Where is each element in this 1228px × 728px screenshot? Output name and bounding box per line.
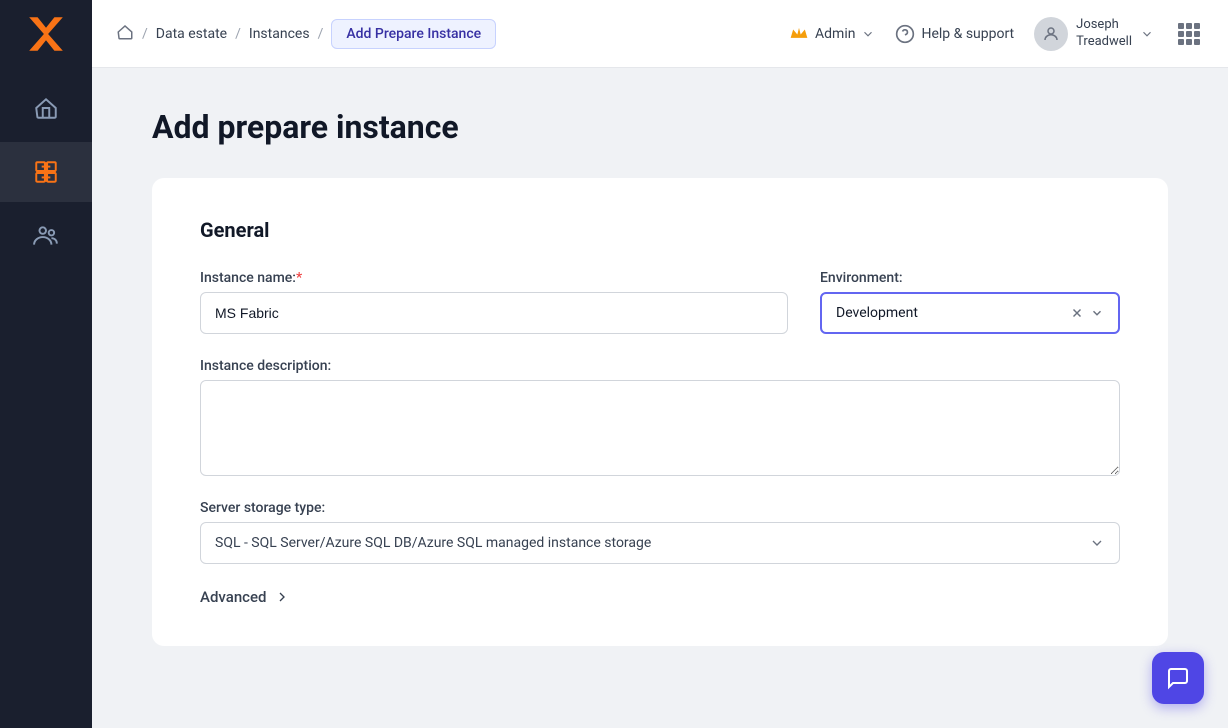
form-row-2: Instance description: [200,358,1120,476]
breadcrumb-sep-3: / [318,26,324,42]
help-label: Help & support [921,26,1014,42]
advanced-row[interactable]: Advanced [200,588,1120,606]
breadcrumb-instances[interactable]: Instances [249,26,310,42]
description-label: Instance description: [200,358,1120,374]
storage-label: Server storage type: [200,500,1120,516]
main-area: / Data estate / Instances / Add Prepare … [92,0,1228,728]
breadcrumb: / Data estate / Instances / Add Prepare … [116,19,781,49]
breadcrumb-sep-2: / [235,26,241,42]
sidebar-logo [0,0,92,68]
environment-label: Environment: [820,270,1120,286]
user-dropdown-icon [1140,27,1154,41]
admin-label: Admin [815,26,855,42]
topnav: / Data estate / Instances / Add Prepare … [92,0,1228,68]
section-general-title: General [200,218,1120,242]
topnav-right: Admin Help & support [789,17,1204,51]
instance-name-label: Instance name:* [200,270,788,286]
sidebar [0,0,92,728]
breadcrumb-sep-1: / [142,26,148,42]
form-group-storage: Server storage type: SQL - SQL Server/Az… [200,500,1120,564]
env-clear-icon[interactable] [1070,306,1084,320]
storage-dropdown-icon [1089,535,1105,551]
description-textarea[interactable] [200,380,1120,476]
page-content: Add prepare instance General Instance na… [92,68,1228,728]
form-group-environment: Environment: Development [820,270,1120,334]
form-row-1: Instance name:* Environment: Development [200,270,1120,334]
storage-value: SQL - SQL Server/Azure SQL DB/Azure SQL … [215,535,651,551]
help-icon [895,24,915,44]
help-button[interactable]: Help & support [895,24,1014,44]
form-row-3: Server storage type: SQL - SQL Server/Az… [200,500,1120,564]
home-icon [33,95,59,121]
admin-button[interactable]: Admin [789,22,875,46]
user-name: Joseph Treadwell [1076,17,1132,51]
admin-dropdown-icon [861,27,875,41]
app-logo [25,13,67,55]
chat-fab-button[interactable] [1152,652,1204,704]
advanced-label: Advanced [200,588,266,606]
breadcrumb-home[interactable] [116,23,134,45]
page-title: Add prepare instance [152,108,1168,146]
sidebar-item-users[interactable] [0,206,92,266]
user-avatar-icon [1042,25,1060,43]
users-icon [33,223,59,249]
crown-icon [789,22,809,46]
sidebar-item-home[interactable] [0,78,92,138]
apps-grid-button[interactable] [1174,19,1204,49]
breadcrumb-current: Add Prepare Instance [331,19,496,49]
sidebar-item-data-estate[interactable] [0,142,92,202]
user-button[interactable]: Joseph Treadwell [1034,17,1154,51]
breadcrumb-data-estate[interactable]: Data estate [156,26,227,42]
data-estate-icon [33,159,59,185]
form-group-instance-name: Instance name:* [200,270,788,334]
chat-icon [1166,666,1190,690]
home-breadcrumb-icon [116,23,134,41]
instance-name-input[interactable] [200,292,788,334]
env-select-icons [1070,306,1104,320]
storage-select[interactable]: SQL - SQL Server/Azure SQL DB/Azure SQL … [200,522,1120,564]
advanced-chevron-icon [274,589,290,605]
form-group-description: Instance description: [200,358,1120,476]
crown-svg [789,22,809,42]
environment-select[interactable]: Development [820,292,1120,334]
avatar [1034,17,1068,51]
form-card: General Instance name:* Environment: Dev… [152,178,1168,646]
environment-value: Development [836,305,1070,321]
env-dropdown-icon[interactable] [1090,306,1104,320]
sidebar-navigation [0,68,92,266]
